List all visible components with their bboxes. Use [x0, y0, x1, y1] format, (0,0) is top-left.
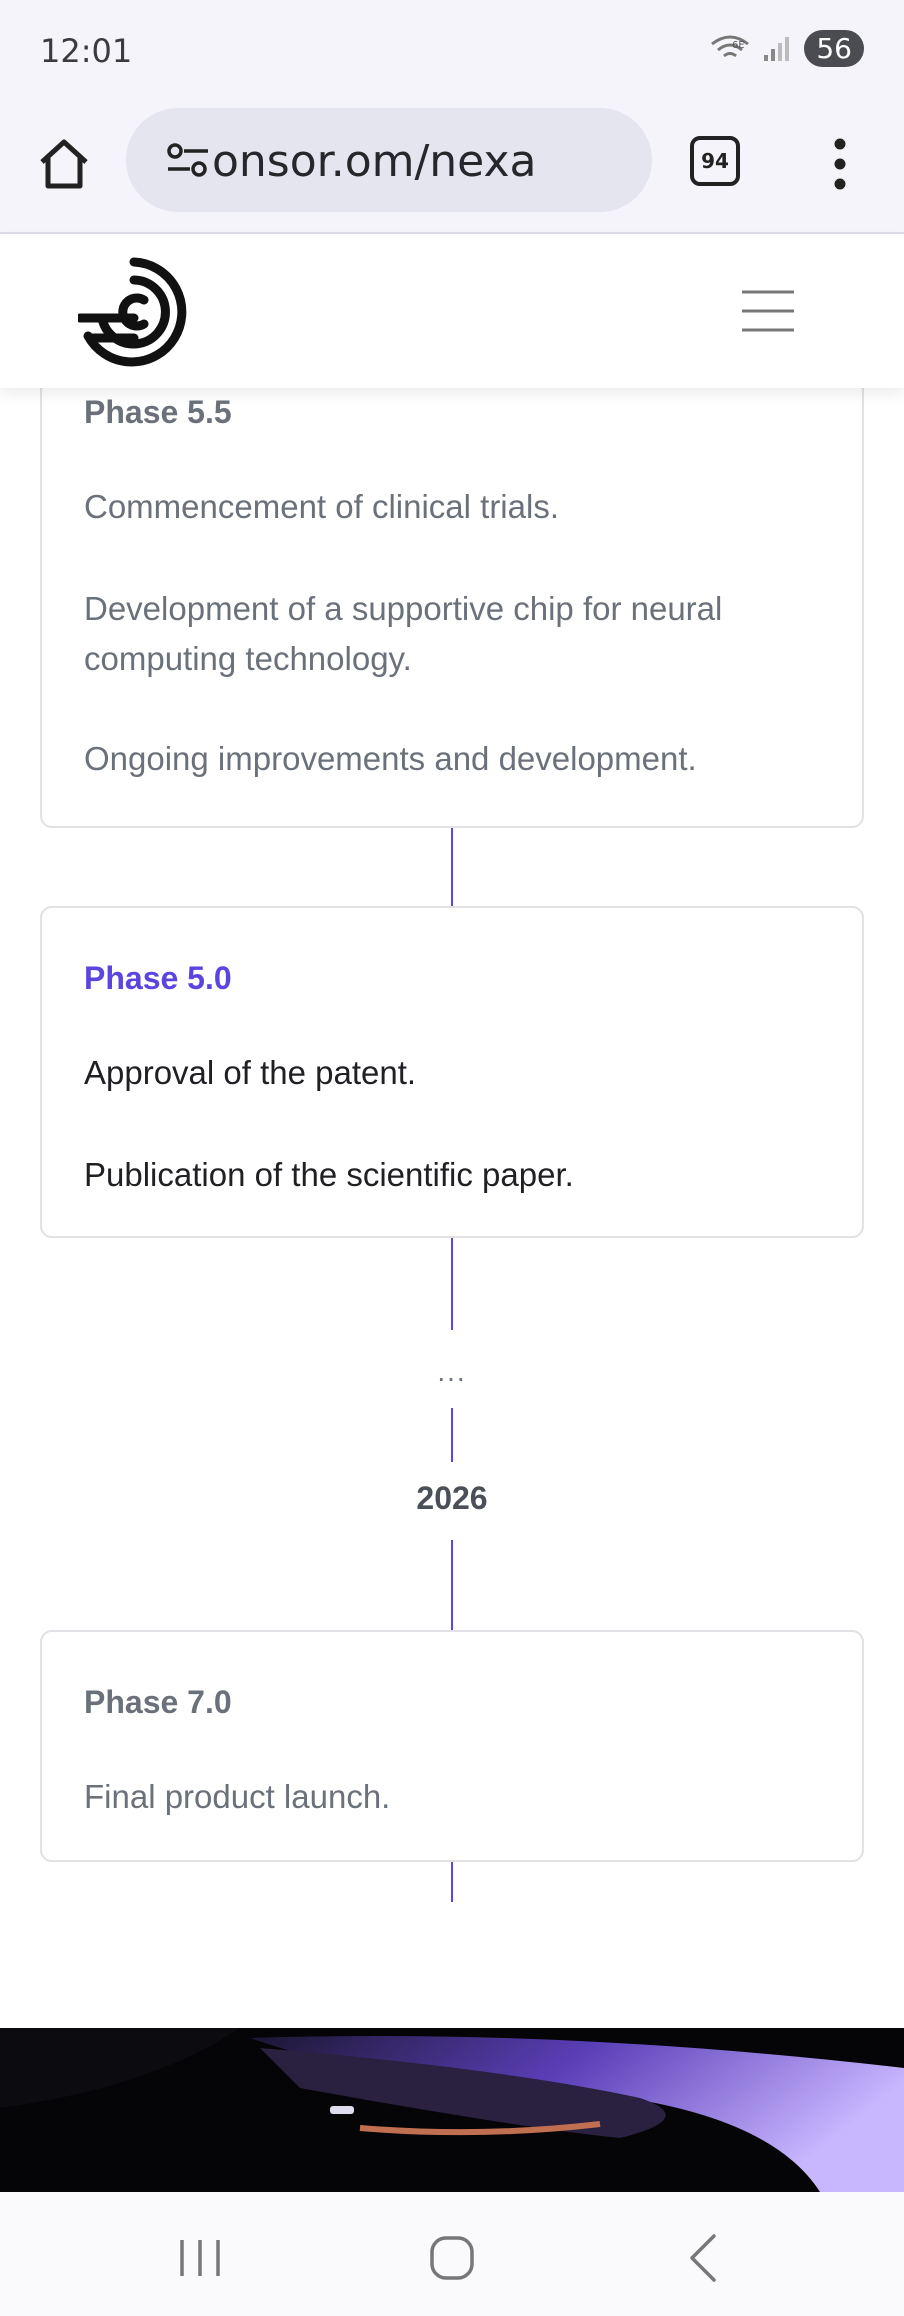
phase-title: Phase 5.0 — [84, 960, 232, 996]
timeline-card-phase-7-0: Phase 7.0 Final product launch. — [40, 1630, 864, 1862]
timeline-connector — [451, 1862, 453, 1902]
timeline-ellipsis: ... — [437, 1356, 467, 1387]
timeline-connector — [451, 1238, 453, 1330]
timeline-year: 2026 — [416, 1480, 488, 1516]
phase-item: Publication of the scientific paper. — [84, 1156, 574, 1193]
system-navigation-bar — [0, 2192, 904, 2316]
url-text: onsor.om/nexa — [212, 136, 537, 187]
timeline-card-phase-5-5: Phase 5.5 Commencement of clinical trial… — [40, 340, 864, 828]
address-bar[interactable]: onsor.om/nexa — [126, 108, 652, 212]
status-icons: 6E 56 — [710, 30, 864, 67]
phase-title: Phase 7.0 — [84, 1684, 232, 1720]
signal-icon — [764, 36, 790, 61]
network-type-label: 6E — [732, 40, 745, 51]
phase-item: Ongoing improvements and development. — [84, 740, 697, 777]
wifi-icon: 6E — [711, 35, 750, 57]
site-header — [0, 236, 904, 388]
product-image-graphic — [0, 2028, 904, 2192]
status-time: 12:01 — [40, 32, 133, 70]
timeline-connector — [451, 1408, 453, 1462]
timeline-connector — [451, 828, 453, 906]
home-nav-icon[interactable] — [422, 2228, 482, 2288]
tab-switcher-button[interactable]: 94 — [690, 136, 740, 186]
back-icon[interactable] — [674, 2228, 734, 2288]
phase-title: Phase 5.5 — [84, 394, 232, 430]
status-bar: 12:01 6E 56 — [0, 0, 904, 100]
recent-apps-icon[interactable] — [170, 2228, 230, 2288]
home-icon[interactable] — [36, 136, 92, 192]
phase-item: Development of a supportive chip for neu… — [84, 590, 723, 677]
product-hero-image — [0, 2028, 904, 2192]
site-logo[interactable] — [78, 256, 190, 368]
more-options-icon[interactable] — [830, 134, 850, 194]
site-settings-icon[interactable] — [166, 142, 210, 178]
timeline-card-phase-5-0: Phase 5.0 Approval of the patent. Public… — [40, 906, 864, 1238]
hamburger-menu-icon[interactable] — [740, 288, 796, 334]
battery-indicator: 56 — [804, 30, 864, 67]
browser-toolbar: onsor.om/nexa 94 — [0, 100, 904, 234]
phase-item: Final product launch. — [84, 1778, 391, 1815]
phase-item: Approval of the patent. — [84, 1054, 417, 1091]
phase-item: Commencement of clinical trials. — [84, 488, 559, 525]
timeline-connector — [451, 1540, 453, 1630]
